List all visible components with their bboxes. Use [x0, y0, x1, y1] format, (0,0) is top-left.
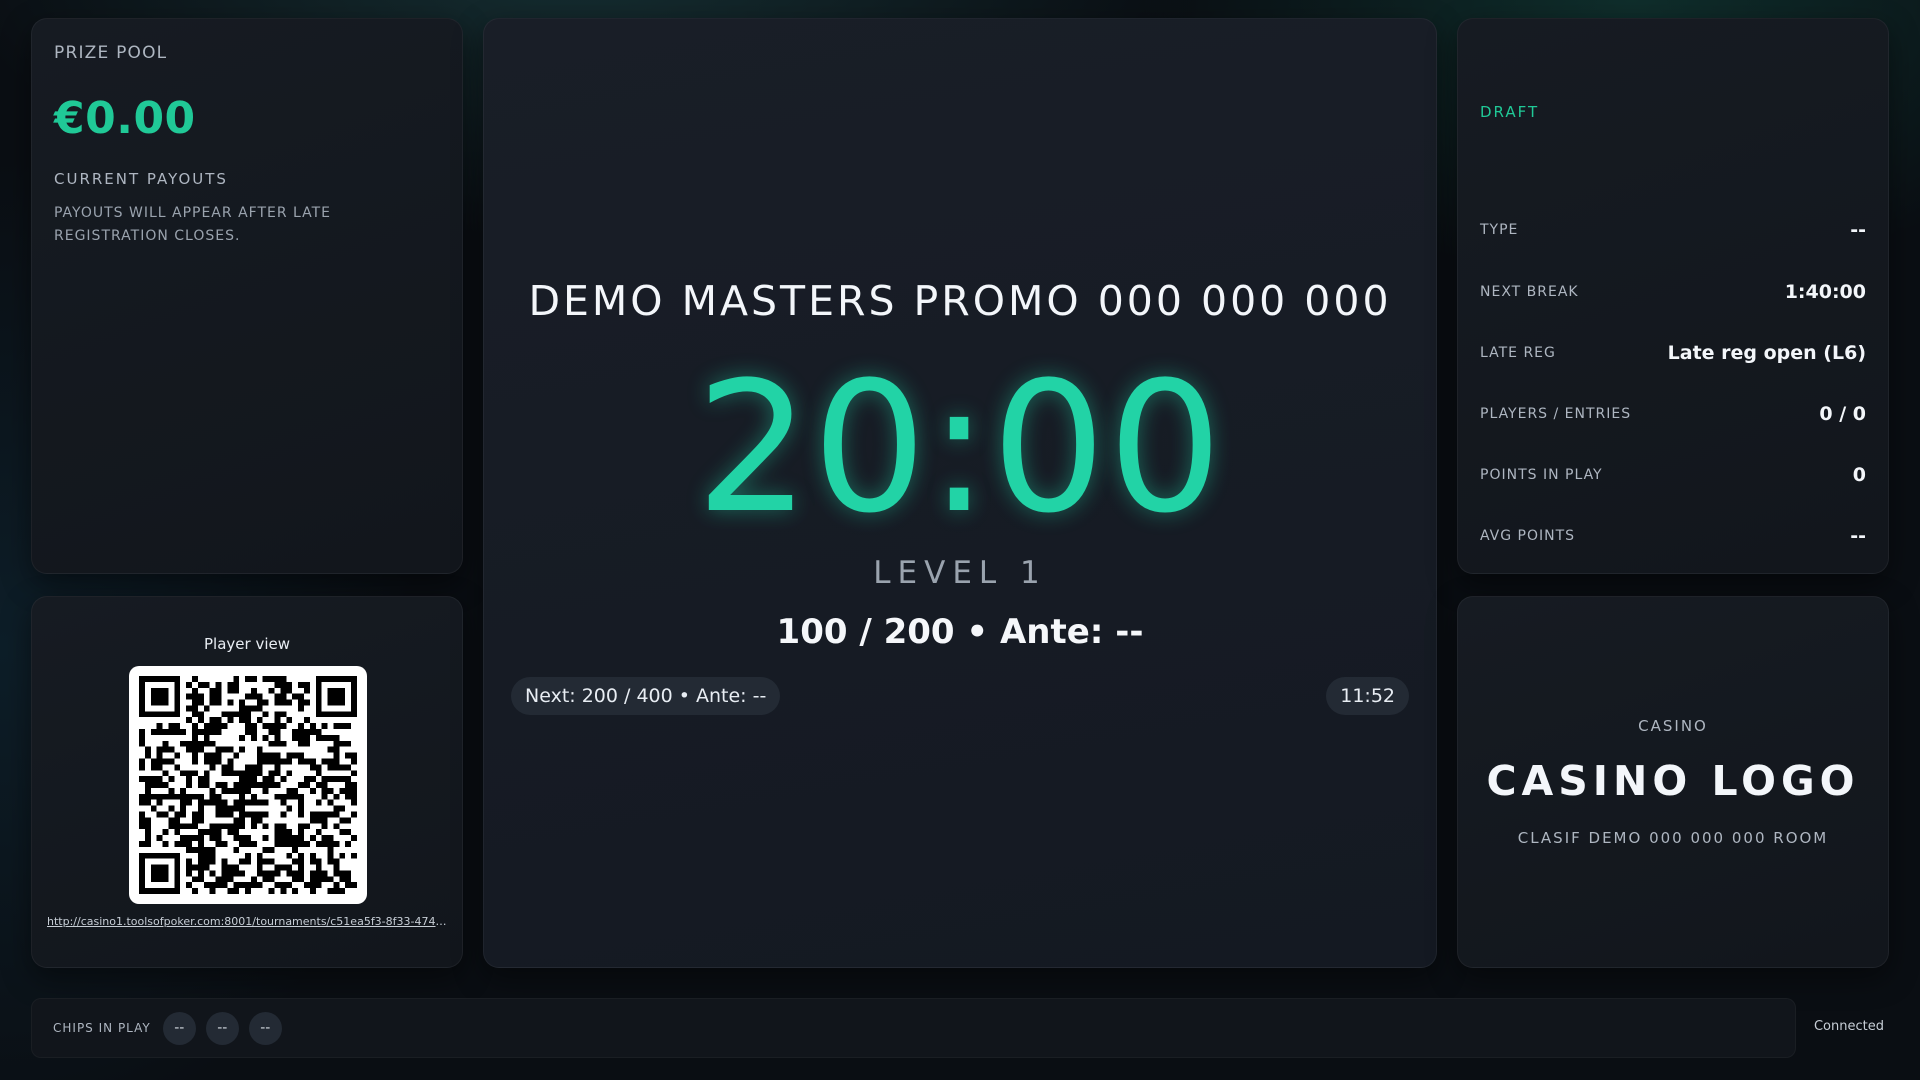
qr-modules — [139, 676, 357, 894]
player-view-link[interactable]: http://casino1.toolsofpoker.com:8001/tou… — [47, 915, 449, 928]
info-value: 0 / 0 — [1819, 403, 1866, 425]
chips-in-play-bar: CHIPS IN PLAY -- -- -- — [31, 998, 1796, 1058]
info-label: LATE REG — [1480, 345, 1556, 361]
player-view-qr-code[interactable] — [129, 666, 367, 904]
info-row-avg-points: AVG POINTS -- — [1480, 525, 1866, 547]
current-time-pill: 11:52 — [1326, 677, 1409, 715]
chip-value: -- — [205, 1011, 239, 1045]
next-level-pill: Next: 200 / 400 • Ante: -- — [511, 677, 781, 715]
info-row-players-entries: PLAYERS / ENTRIES 0 / 0 — [1480, 403, 1866, 425]
info-row-next-break: NEXT BREAK 1:40:00 — [1480, 281, 1866, 303]
payouts-note: PAYOUTS WILL APPEAR AFTER LATE REGISTRAT… — [54, 205, 332, 244]
info-label: POINTS IN PLAY — [1480, 467, 1603, 483]
player-view-title: Player view — [204, 635, 290, 653]
casino-logo: CASINO LOGO — [1486, 757, 1860, 805]
tournament-status: DRAFT — [1480, 103, 1540, 121]
current-level: LEVEL 1 — [873, 555, 1047, 591]
info-value: 1:40:00 — [1784, 281, 1866, 303]
info-row-type: TYPE -- — [1480, 219, 1866, 241]
prize-pool-amount: €0.00 — [54, 93, 196, 144]
qr-code-icon — [139, 676, 357, 894]
tournament-title: DEMO MASTERS PROMO 000 000 000 — [528, 277, 1392, 325]
info-label: TYPE — [1480, 222, 1519, 238]
prize-pool-label: PRIZE POOL — [54, 43, 168, 63]
info-row-points-in-play: POINTS IN PLAY 0 — [1480, 464, 1866, 486]
chip-value: -- — [248, 1011, 282, 1045]
info-value: -- — [1850, 525, 1866, 547]
chips-in-play-label: CHIPS IN PLAY — [53, 1021, 151, 1035]
player-view-panel: Player view http://casino1.toolsofpoker.… — [31, 596, 463, 968]
casino-logo-panel: CASINO CASINO LOGO CLASIF DEMO 000 000 0… — [1457, 596, 1889, 968]
info-row-late-reg: LATE REG Late reg open (L6) — [1480, 342, 1866, 364]
tournament-info-panel: DRAFT TYPE -- NEXT BREAK 1:40:00 LATE RE… — [1457, 18, 1889, 574]
info-value: -- — [1850, 219, 1866, 241]
info-label: PLAYERS / ENTRIES — [1480, 406, 1632, 422]
info-label: AVG POINTS — [1480, 528, 1576, 544]
casino-room-name: CLASIF DEMO 000 000 000 ROOM — [1517, 829, 1829, 847]
tournament-clock-panel: DEMO MASTERS PROMO 000 000 000 20:00 LEV… — [483, 18, 1437, 968]
prize-pool-panel: PRIZE POOL €0.00 CURRENT PAYOUTS PAYOUTS… — [31, 18, 463, 574]
casino-label: CASINO — [1638, 717, 1708, 735]
level-timer: 20:00 — [695, 344, 1225, 553]
chip-value: -- — [162, 1011, 196, 1045]
connection-status: Connected — [1813, 1019, 1884, 1034]
info-value: Late reg open (L6) — [1667, 342, 1866, 364]
info-label: NEXT BREAK — [1480, 284, 1579, 300]
current-payouts-label: CURRENT PAYOUTS — [54, 170, 228, 188]
info-value: 0 — [1852, 464, 1866, 486]
current-blinds: 100 / 200 • Ante: -- — [776, 612, 1144, 652]
